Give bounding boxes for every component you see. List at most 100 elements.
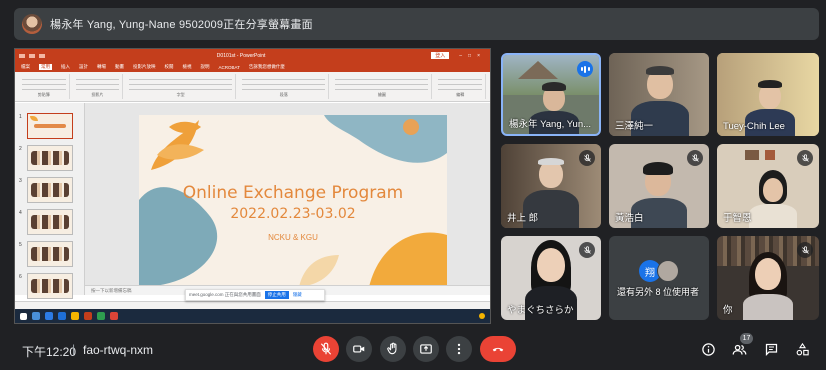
participant-name: 三澤純一 <box>615 121 654 132</box>
powerpoint-menu: 檔案 常用 插入 設計 轉場 動畫 投影片放映 校閱 檢視 說明 ACROBAT… <box>15 62 490 72</box>
info-icon <box>701 342 715 356</box>
menu-tell-me[interactable]: 告訴我您想做什麼 <box>249 64 285 70</box>
menu-slideshow[interactable]: 投影片放映 <box>133 64 156 70</box>
slide-thumb[interactable]: 4 <box>19 209 73 235</box>
activities-button[interactable] <box>793 340 811 358</box>
raise-hand-icon <box>387 342 397 355</box>
taskbar-app-icon[interactable] <box>58 312 66 320</box>
chat-icon <box>765 343 777 356</box>
slide-thumb[interactable]: 3 <box>19 177 73 203</box>
presenter-avatar <box>22 14 42 34</box>
taskbar-app-icon[interactable] <box>45 312 53 320</box>
signin-button[interactable]: 登入 <box>431 52 450 59</box>
participant-tile[interactable]: やまぐちさらか <box>501 236 601 320</box>
meet-sharing-bar: meet.google.com 正在與您共用畫面 停止共用 隱藏 <box>185 289 325 301</box>
menu-design[interactable]: 設計 <box>79 64 88 70</box>
meet-control-bar: 下午12:20 | fao-rtwq-nxm <box>0 328 826 370</box>
powerpoint-titlebar: D0101st - PowerPoint 登入 –□× <box>15 49 490 62</box>
powerpoint-ribbon: 剪貼簿 投影片 字型 段落 繪圖 編輯 <box>15 72 490 102</box>
meeting-details-button[interactable] <box>699 340 717 358</box>
camera-icon <box>353 345 365 353</box>
weather-icon[interactable] <box>479 313 485 319</box>
menu-transitions[interactable]: 轉場 <box>97 64 106 70</box>
menu-animations[interactable]: 動畫 <box>115 64 124 70</box>
shared-screen: D0101st - PowerPoint 登入 –□× 檔案 常用 插入 設計 … <box>14 48 491 324</box>
menu-insert[interactable]: 插入 <box>61 64 70 70</box>
present-button[interactable] <box>413 336 439 362</box>
powerpoint-workspace: 1 2 3 4 5 6 Online Exchange Program 2022… <box>15 103 490 299</box>
ribbon-slides[interactable]: 投影片 <box>73 74 124 99</box>
powerpoint-title: D0101st - PowerPoint <box>216 52 266 59</box>
separator: | <box>72 342 76 356</box>
participant-tile[interactable]: 于智恩 <box>717 144 819 228</box>
sharing-text: meet.google.com 正在與您共用畫面 <box>189 292 261 297</box>
presenting-banner: 楊永年 Yang, Yung-Nane 9502009正在分享螢幕畫面 <box>14 8 819 40</box>
mic-off-icon <box>797 150 813 166</box>
menu-review[interactable]: 校閱 <box>165 64 174 70</box>
more-participants-tile[interactable]: 翔 還有另外 8 位使用者 <box>609 236 709 320</box>
taskbar-app-icon[interactable] <box>84 312 92 320</box>
participant-avatar <box>657 260 679 282</box>
slide-title: Online Exchange Program <box>182 183 404 203</box>
slide-thumbnails: 1 2 3 4 5 6 <box>15 103 85 299</box>
slide-thumb[interactable]: 5 <box>19 241 73 267</box>
taskbar-app-icon[interactable] <box>71 312 79 320</box>
participant-name: Tuey-Chih Lee <box>723 121 785 132</box>
speaking-indicator-icon <box>577 61 593 77</box>
slide-thumb[interactable]: 1 <box>19 113 73 139</box>
participant-tile[interactable]: Tuey-Chih Lee <box>717 53 819 136</box>
menu-home[interactable]: 常用 <box>39 64 52 70</box>
windows-start-icon[interactable] <box>20 312 27 320</box>
mic-off-icon <box>797 242 813 258</box>
menu-help[interactable]: 說明 <box>201 64 210 70</box>
ribbon-clipboard[interactable]: 剪貼簿 <box>19 74 70 99</box>
taskbar-app-icon[interactable] <box>110 312 118 320</box>
menu-view[interactable]: 檢視 <box>183 64 192 70</box>
mic-toggle-button[interactable] <box>313 336 339 362</box>
ribbon-font[interactable]: 字型 <box>126 74 237 99</box>
participant-name: 于智恩 <box>723 213 752 224</box>
menu-file[interactable]: 檔案 <box>21 64 30 70</box>
windows-taskbar <box>15 309 490 323</box>
slide-subtitle: NCKU & KGU <box>268 233 318 242</box>
people-count-badge: 17 <box>740 333 753 344</box>
ribbon-editing[interactable]: 編輯 <box>435 74 487 99</box>
participant-tile[interactable]: 井上 郎 <box>501 144 601 228</box>
participant-name: 你 <box>723 305 733 316</box>
mic-off-icon <box>687 150 703 166</box>
raise-hand-button[interactable] <box>380 336 406 362</box>
mic-off-icon <box>579 242 595 258</box>
camera-toggle-button[interactable] <box>346 336 372 362</box>
meeting-code: fao-rtwq-nxm <box>83 343 154 357</box>
ribbon-paragraph[interactable]: 段落 <box>239 74 330 99</box>
participant-tile[interactable]: 三澤純一 <box>609 53 709 136</box>
participant-name: 井上 郎 <box>507 213 539 224</box>
hide-button[interactable]: 隱藏 <box>293 292 302 298</box>
leave-call-button[interactable] <box>480 336 516 362</box>
participant-tile[interactable]: 黃浩白 <box>609 144 709 228</box>
end-call-icon <box>492 347 504 352</box>
meet-window: 楊永年 Yang, Yung-Nane 9502009正在分享螢幕畫面 D010… <box>0 0 826 370</box>
window-controls[interactable]: –□× <box>459 53 486 59</box>
more-options-button[interactable] <box>446 336 472 362</box>
menu-acrobat[interactable]: ACROBAT <box>219 65 240 70</box>
participant-tile[interactable]: 你 <box>717 236 819 320</box>
participant-name: やまぐちさらか <box>507 305 574 316</box>
current-slide[interactable]: Online Exchange Program 2022.02.23-03.02… <box>139 115 447 287</box>
taskbar-app-icon[interactable] <box>32 312 40 320</box>
ribbon-drawing[interactable]: 繪圖 <box>332 74 433 99</box>
taskbar-app-icon[interactable] <box>97 312 105 320</box>
participant-name: 黃浩白 <box>615 213 644 224</box>
mic-off-icon <box>579 150 595 166</box>
present-icon <box>420 344 432 354</box>
participant-name: 楊永年 Yang, Yun... <box>509 119 592 130</box>
chat-button[interactable] <box>762 340 780 358</box>
more-icon <box>457 343 461 355</box>
presenting-text: 楊永年 Yang, Yung-Nane 9502009正在分享螢幕畫面 <box>50 19 313 31</box>
stop-sharing-button[interactable]: 停止共用 <box>264 291 289 299</box>
slide-thumb[interactable]: 6 <box>19 273 73 299</box>
more-participants-label: 還有另外 8 位使用者 <box>617 287 700 297</box>
slide-thumb[interactable]: 2 <box>19 145 73 171</box>
mic-off-icon <box>320 342 332 355</box>
participant-tile[interactable]: 楊永年 Yang, Yun... <box>501 53 601 136</box>
